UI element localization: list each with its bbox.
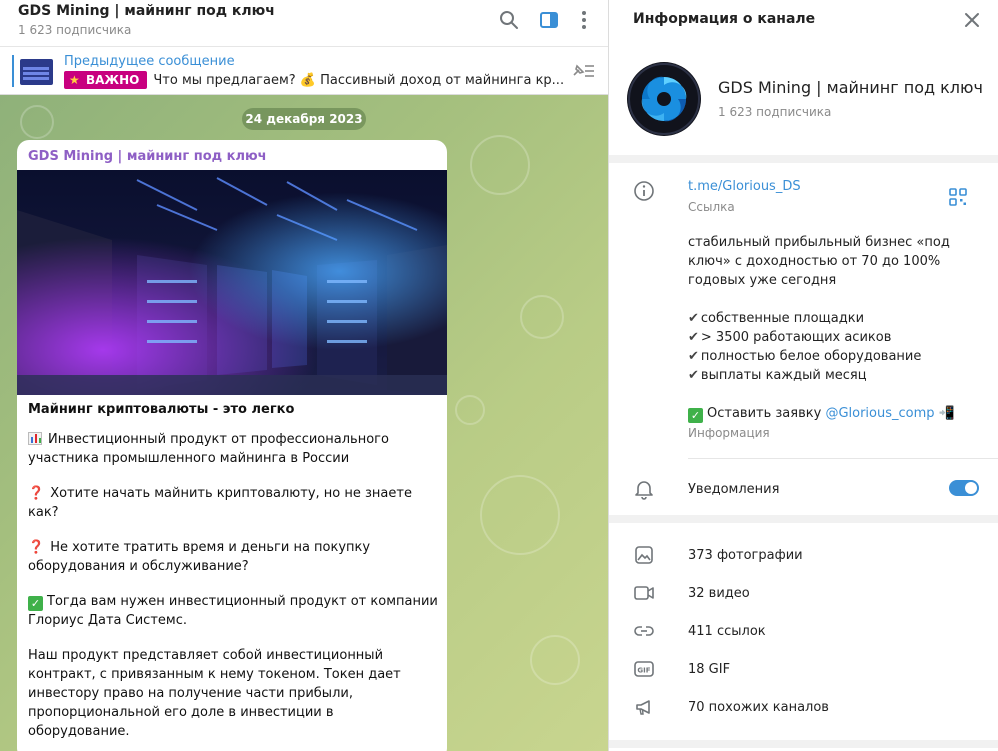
channel-name: GDS Mining | майнинг под ключ (718, 78, 983, 97)
svg-text:GIF: GIF (637, 667, 650, 675)
media-row-similar[interactable]: 70 похожих каналов (609, 688, 998, 726)
question-emoji-icon: ❓ (28, 540, 45, 555)
notifications-label: Уведомления (688, 482, 780, 497)
important-badge: ВАЖНО (64, 71, 148, 89)
search-icon[interactable] (498, 9, 520, 31)
section-divider (609, 515, 998, 523)
chat-header[interactable]: GDS Mining | майнинг под ключ 1 623 подп… (0, 0, 608, 47)
bell-icon (635, 481, 653, 500)
media-row-photos[interactable]: 373 фотографии (609, 536, 998, 574)
message-body: Инвестиционный продукт от профессиональн… (28, 430, 438, 751)
media-row-gifs[interactable]: GIF 18 GIF (609, 650, 998, 688)
channel-link[interactable]: t.me/Glorious_DS (688, 179, 801, 194)
megaphone-icon (636, 700, 650, 715)
date-separator: 24 декабря 2023 (242, 108, 366, 130)
message-heading: Майнинг криптовалюты - это легко (28, 402, 295, 417)
chat-subscribers: 1 623 подписчика (18, 23, 132, 37)
message-text: Инвестиционный продукт от профессиональн… (28, 432, 389, 466)
message-paragraph: Инвестиционный продукт от профессиональн… (28, 430, 438, 468)
notifications-toggle[interactable] (949, 480, 979, 496)
bullet-item: ✔ полностью белое оборудование (688, 347, 983, 366)
message-bubble[interactable]: GDS Mining | майнинг под ключ Майнинг кр… (17, 140, 447, 751)
message-paragraph: Наш продукт представляет собой инвестици… (28, 646, 438, 741)
apply-text: Оставить заявку (707, 406, 822, 421)
link-icon (634, 626, 654, 636)
check-emoji-icon: ✓ (28, 596, 43, 611)
pinned-indicator (12, 55, 14, 87)
check-emoji-icon: ✓ (688, 408, 703, 423)
checkmark-icon: ✔ (688, 311, 699, 326)
message-text: Наш продукт представляет собой инвестици… (28, 648, 401, 739)
info-title: Информация о канале (633, 11, 816, 27)
message-paragraph: ❓ Не хотите тратить время и деньги на пок… (28, 538, 438, 576)
message-author[interactable]: GDS Mining | майнинг под ключ (28, 149, 267, 164)
media-row-links[interactable]: 411 ссылок (609, 612, 998, 650)
message-paragraph: ✓ Тогда вам нужен инвестиционный продукт … (28, 592, 438, 630)
pinned-label: Предыдущее сообщение (64, 54, 235, 69)
info-icon (634, 181, 654, 201)
mention-link[interactable]: @Glorious_comp (825, 406, 934, 421)
message-text: Хотите начать майнить криптовалюту, но н… (28, 486, 412, 520)
pinned-list-icon[interactable] (570, 61, 596, 81)
checkmark-icon: ✔ (688, 368, 699, 383)
description-text: стабильный прибыльный бизнес «под ключ» … (688, 235, 950, 288)
row-divider (688, 458, 998, 459)
bullet-text: выплаты каждый месяц (700, 368, 867, 383)
question-emoji-icon: ❓ (28, 486, 45, 501)
link-caption: Ссылка (688, 200, 735, 214)
close-icon[interactable] (962, 10, 982, 30)
checkmark-icon: ✔ (688, 330, 699, 345)
bullet-text: > 3500 работающих асиков (700, 330, 892, 345)
similar-channels-count: 70 похожих каналов (688, 700, 829, 715)
apply-line: ✓ Оставить заявку @Glorious_comp 📲 (688, 404, 983, 423)
chat-panel: GDS Mining | майнинг под ключ 1 623 подп… (0, 0, 608, 751)
channel-info-panel: Информация о канале GDS Mining | майнинг… (608, 0, 998, 751)
photos-count: 373 фотографии (688, 548, 803, 563)
links-count: 411 ссылок (688, 624, 766, 639)
more-menu-icon[interactable] (573, 9, 595, 31)
chat-title[interactable]: GDS Mining | майнинг под ключ (18, 3, 275, 19)
sidebar-toggle-icon[interactable] (538, 9, 560, 31)
bar-chart-emoji-icon (28, 432, 42, 445)
channel-avatar[interactable] (627, 62, 701, 136)
channel-subscribers: 1 623 подписчика (718, 105, 832, 119)
bullet-item: ✔ выплаты каждый месяц (688, 366, 983, 385)
gifs-count: 18 GIF (688, 662, 731, 677)
description-caption: Информация (688, 426, 770, 440)
bullet-text: полностью белое оборудование (700, 349, 922, 364)
message-text: Не хотите тратить время и деньги на поку… (28, 540, 371, 574)
pinned-text: Что мы предлагаем? 💰 Пассивный доход от … (153, 72, 564, 88)
section-divider (609, 740, 998, 748)
bullet-item: ✔ > 3500 работающих асиков (688, 328, 983, 347)
message-paragraph: ❓ Хотите начать майнить криптовалюту, но … (28, 484, 438, 522)
qr-code-icon[interactable] (949, 188, 967, 206)
channel-description: стабильный прибыльный бизнес «под ключ» … (688, 233, 983, 423)
message-text: Тогда вам нужен инвестиционный продукт о… (28, 594, 438, 628)
phone-emoji-icon: 📲 (938, 406, 955, 421)
bullet-text: собственные площадки (700, 311, 865, 326)
video-icon (634, 586, 654, 600)
videos-count: 32 видео (688, 586, 750, 601)
pinned-message-bar[interactable]: Предыдущее сообщение ВАЖНО Что мы предлаг… (0, 47, 608, 95)
pinned-preview: ВАЖНО Что мы предлагаем? 💰 Пассивный дохо… (64, 71, 564, 91)
channel-logo-icon (628, 63, 700, 135)
bullet-item: ✔ собственные площадки (688, 309, 983, 328)
gif-icon: GIF (634, 661, 654, 677)
checkmark-icon: ✔ (688, 349, 699, 364)
section-divider (609, 155, 998, 163)
photo-icon (635, 546, 653, 564)
pinned-thumbnail (20, 59, 53, 85)
server-room-image[interactable] (17, 170, 447, 395)
media-row-videos[interactable]: 32 видео (609, 574, 998, 612)
description-bullets: ✔ собственные площадки ✔ > 3500 работающих… (688, 309, 983, 385)
